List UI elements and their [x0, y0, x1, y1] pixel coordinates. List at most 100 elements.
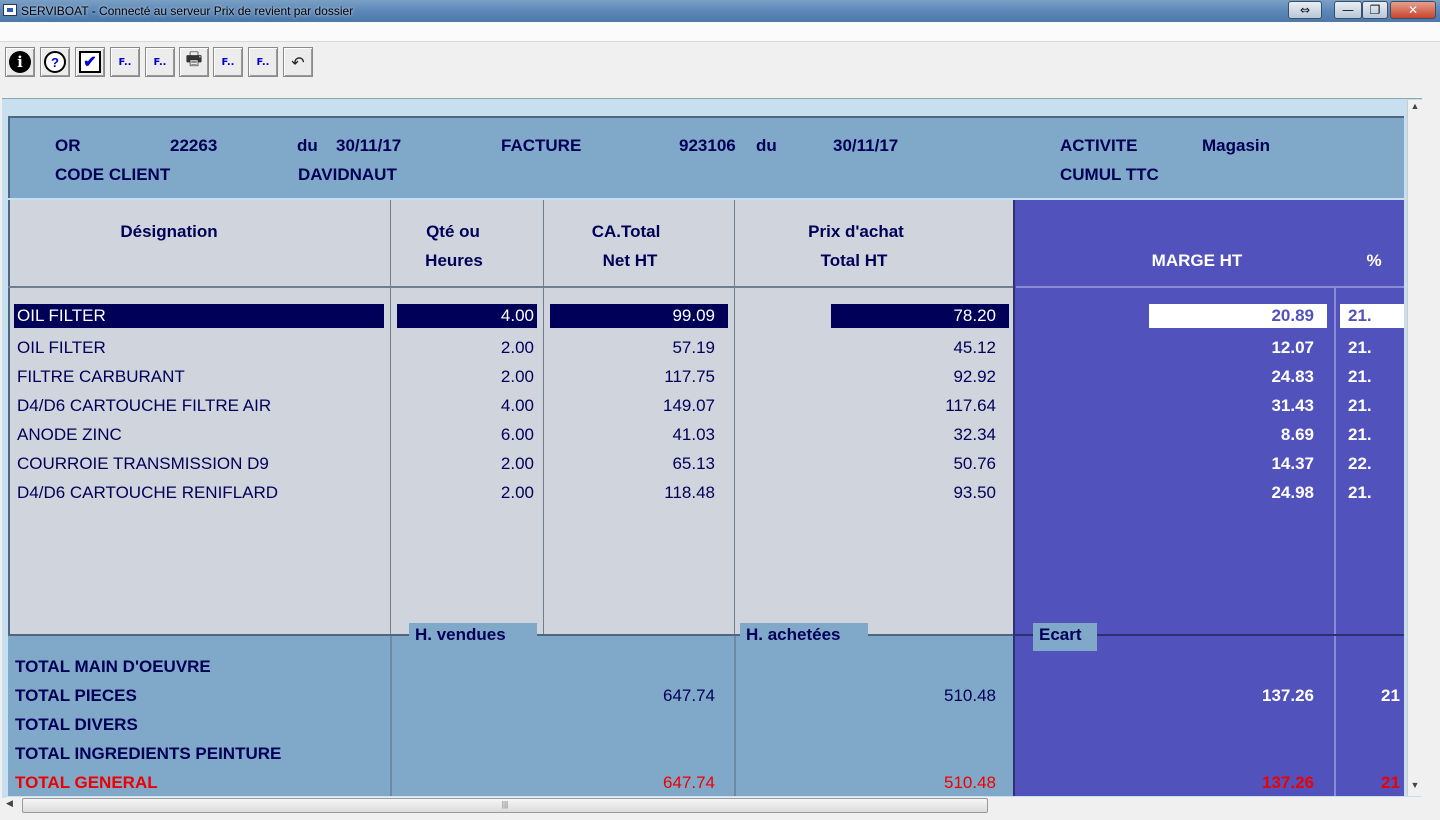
col-qte-header-line2: Heures [425, 251, 483, 270]
row-ca[interactable]: 117.75 [550, 365, 715, 389]
cumul-ttc-label: CUMUL TTC [1060, 165, 1159, 184]
row-pa[interactable]: 78.20 [831, 304, 1009, 328]
row-qte[interactable]: 4.00 [397, 394, 534, 418]
facture-du-label: du [756, 136, 777, 155]
row-designation[interactable]: OIL FILTER [17, 336, 387, 360]
code-client-label: CODE CLIENT [55, 165, 171, 184]
function-button-4[interactable]: F.. [248, 47, 278, 77]
row-marge[interactable]: 8.69 [1149, 423, 1314, 447]
row-ca[interactable]: 149.07 [550, 394, 715, 418]
scroll-left-arrow-icon[interactable]: ◀ [6, 798, 20, 814]
row-pct[interactable]: 21. [1348, 423, 1404, 447]
or-label: OR [55, 136, 81, 155]
help-button[interactable]: ? [40, 47, 70, 77]
facture-label: FACTURE [501, 136, 582, 155]
function-button-2[interactable]: F.. [145, 47, 175, 77]
row-qte[interactable]: 6.00 [397, 423, 534, 447]
margin-header-divider [1016, 286, 1404, 288]
totals-divider [390, 636, 392, 796]
row-qte[interactable]: 2.00 [397, 452, 534, 476]
function-icon: F.. [153, 56, 167, 68]
row-pct[interactable]: 21. [1340, 304, 1404, 328]
row-designation[interactable]: FILTRE CARBURANT [17, 365, 387, 389]
print-button[interactable]: 🖶 [179, 47, 209, 77]
row-marge[interactable]: 24.83 [1149, 365, 1314, 389]
row-ca[interactable]: 41.03 [550, 423, 715, 447]
function-icon: F.. [118, 56, 132, 68]
total-general-pct: 21 [1381, 773, 1400, 792]
col-pct-header: % [1366, 251, 1382, 270]
function-button-1[interactable]: F.. [110, 47, 140, 77]
row-pa[interactable]: 45.12 [831, 336, 996, 360]
total-general-ca: 647.74 [663, 773, 715, 792]
checkmark-icon: ✔ [79, 51, 101, 73]
app-window: SERVIBOAT - Connecté au serveur Prix de … [0, 0, 1440, 820]
row-pct[interactable]: 21. [1348, 365, 1404, 389]
total-general-marge: 137.26 [1262, 773, 1314, 792]
row-marge[interactable]: 12.07 [1149, 336, 1314, 360]
or-value: 22263 [170, 136, 218, 155]
menu-strip [0, 22, 1440, 42]
scroll-up-arrow-icon[interactable]: ▲ [1407, 101, 1423, 115]
app-icon[interactable] [3, 4, 17, 16]
row-pct[interactable]: 21. [1348, 394, 1404, 418]
row-ca[interactable]: 118.48 [550, 481, 715, 505]
row-marge[interactable]: 20.89 [1149, 304, 1327, 328]
totals-divider [734, 636, 736, 796]
row-pa[interactable]: 117.64 [831, 394, 996, 418]
row-pa[interactable]: 92.92 [831, 365, 996, 389]
vertical-scrollbar[interactable] [1407, 100, 1423, 796]
activite-value: Magasin [1202, 136, 1271, 155]
total-pieces-pa: 510.48 [944, 686, 996, 705]
dossier-header [8, 116, 1404, 198]
code-client-value: DAVIDNAUT [298, 165, 397, 184]
resize-button[interactable]: ⇔ [1288, 1, 1322, 19]
row-ca[interactable]: 99.09 [550, 304, 728, 328]
row-pa[interactable]: 32.34 [831, 423, 996, 447]
row-marge[interactable]: 24.98 [1149, 481, 1314, 505]
column-divider [390, 200, 391, 634]
row-qte[interactable]: 4.00 [397, 304, 537, 328]
row-pct[interactable]: 21. [1348, 481, 1404, 505]
exit-icon: ↶ [291, 52, 305, 72]
row-ca[interactable]: 57.19 [550, 336, 715, 360]
printer-icon: 🖶 [185, 49, 203, 70]
col-ca-header-line1: CA.Total [591, 222, 661, 241]
row-designation[interactable]: ANODE ZINC [17, 423, 387, 447]
total-peinture-label: TOTAL INGREDIENTS PEINTURE [15, 744, 282, 763]
row-marge[interactable]: 31.43 [1149, 394, 1314, 418]
row-qte[interactable]: 2.00 [397, 481, 534, 505]
function-button-3[interactable]: F.. [213, 47, 243, 77]
row-designation[interactable]: D4/D6 CARTOUCHE RENIFLARD [17, 481, 387, 505]
minimize-button[interactable]: — [1334, 1, 1362, 19]
horizontal-scroll-thumb[interactable]: ||| [22, 798, 988, 813]
function-icon: F.. [221, 56, 235, 68]
row-designation[interactable]: COURROIE TRANSMISSION D9 [17, 452, 387, 476]
row-pct[interactable]: 21. [1348, 336, 1404, 360]
row-qte[interactable]: 2.00 [397, 365, 534, 389]
h-vendues-label: H. vendues [409, 623, 537, 647]
row-designation[interactable]: D4/D6 CARTOUCHE FILTRE AIR [17, 394, 387, 418]
info-icon: i [9, 51, 31, 73]
column-header-row [8, 200, 1014, 286]
totals-margin-panel [1013, 634, 1404, 796]
row-pa[interactable]: 93.50 [831, 481, 996, 505]
exit-button[interactable]: ↶ [283, 47, 313, 77]
validate-button[interactable]: ✔ [75, 47, 105, 77]
col-pa-header-line2: Total HT [820, 251, 888, 270]
window-title: SERVIBOAT - Connecté au serveur Prix de … [21, 4, 354, 18]
row-marge[interactable]: 14.37 [1149, 452, 1314, 476]
row-designation[interactable]: OIL FILTER [14, 304, 384, 328]
function-icon: F.. [256, 56, 270, 68]
row-qte[interactable]: 2.00 [397, 336, 534, 360]
row-pa[interactable]: 50.76 [831, 452, 996, 476]
row-ca[interactable]: 65.13 [550, 452, 715, 476]
row-pct[interactable]: 22. [1348, 452, 1404, 476]
maximize-button[interactable]: ❐ [1362, 1, 1388, 19]
info-button[interactable]: i [5, 47, 35, 77]
scroll-down-arrow-icon[interactable]: ▼ [1407, 780, 1423, 794]
margin-column-divider [1334, 288, 1336, 634]
scrollbar-corner [1422, 797, 1440, 820]
total-divers-label: TOTAL DIVERS [15, 715, 138, 734]
close-button[interactable]: ✕ [1390, 1, 1436, 19]
